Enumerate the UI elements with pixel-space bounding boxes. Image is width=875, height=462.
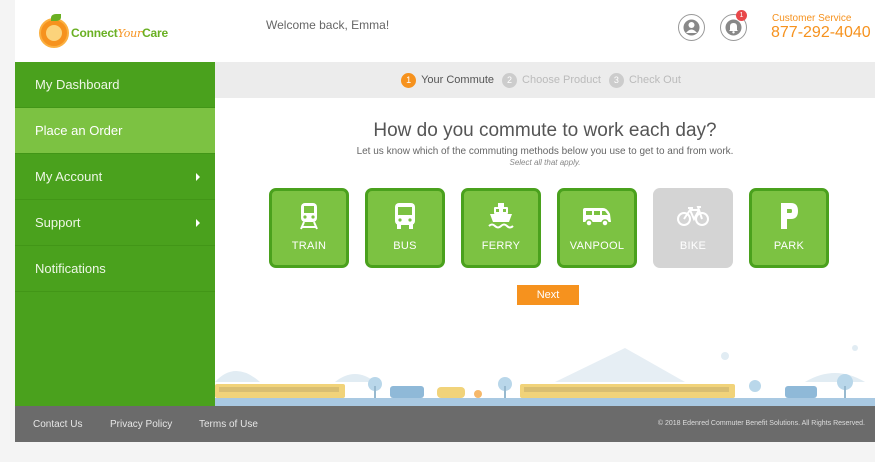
customer-service-label: Customer Service: [772, 13, 852, 24]
van-icon: [581, 201, 613, 231]
commute-option-label: PARK: [773, 240, 805, 252]
commute-scenery-illustration: [215, 342, 875, 406]
page-title: How do you commute to work each day?: [373, 120, 717, 141]
notification-badge: 1: [736, 10, 747, 21]
step-label: Choose Product: [522, 74, 601, 86]
sidebar: My Dashboard Place an Order My Account S…: [15, 62, 215, 406]
commute-option-vanpool[interactable]: VANPOOL: [557, 188, 637, 268]
customer-service-phone[interactable]: 877-292-4040: [771, 24, 871, 42]
step-label: Your Commute: [421, 74, 495, 86]
parking-icon: [778, 201, 800, 231]
sidebar-item-label: Support: [35, 215, 81, 230]
sidebar-item-support[interactable]: Support: [15, 200, 215, 246]
sidebar-item-place-order[interactable]: Place an Order: [15, 108, 215, 154]
sidebar-item-my-account[interactable]: My Account: [15, 154, 215, 200]
caret-right-icon: [196, 173, 200, 181]
sidebar-item-label: My Account: [35, 169, 103, 184]
step-label: Check Out: [628, 74, 681, 86]
commute-option-bus[interactable]: BUS: [365, 188, 445, 268]
sidebar-item-dashboard[interactable]: My Dashboard: [15, 62, 215, 108]
commute-option-label: FERRY: [481, 240, 521, 252]
page: ConnectYourCare Welcome back, Emma! 1 Cu…: [15, 0, 875, 442]
commute-option-park[interactable]: PARK: [749, 188, 829, 268]
page-subtitle: Let us know which of the commuting metho…: [356, 146, 734, 157]
commute-option-train[interactable]: TRAIN: [269, 188, 349, 268]
select-hint: Select all that apply.: [509, 158, 581, 167]
main-content: 1 Your Commute 2 Choose Product 3 Check …: [215, 62, 875, 406]
header: ConnectYourCare Welcome back, Emma! 1 Cu…: [15, 0, 875, 62]
footer: Contact Us Privacy Policy Terms of Use ©…: [15, 406, 875, 442]
welcome-message: Welcome back, Emma!: [266, 18, 390, 32]
bus-icon: [393, 201, 417, 231]
bike-icon: [676, 201, 710, 231]
footer-link-contact[interactable]: Contact Us: [33, 419, 82, 430]
step-number: 1: [401, 72, 417, 88]
step-check-out: 3 Check Out: [608, 72, 681, 88]
user-icon[interactable]: [678, 14, 705, 41]
commute-option-bike[interactable]: BIKE: [653, 188, 733, 268]
copyright-text: © 2018 Edenred Commuter Benefit Solution…: [657, 420, 865, 427]
train-icon: [298, 201, 320, 231]
commute-option-label: VANPOOL: [569, 240, 625, 252]
step-choose-product: 2 Choose Product: [502, 72, 601, 88]
progress-steps: 1 Your Commute 2 Choose Product 3 Check …: [215, 62, 875, 98]
commute-option-label: BIKE: [679, 240, 707, 252]
step-number: 2: [502, 72, 518, 88]
caret-right-icon: [196, 219, 200, 227]
commute-option-label: TRAIN: [291, 240, 327, 252]
ferry-icon: [487, 201, 515, 231]
sidebar-item-notifications[interactable]: Notifications: [15, 246, 215, 292]
step-your-commute: 1 Your Commute: [401, 72, 495, 88]
orange-logo-icon: [39, 14, 69, 48]
sidebar-item-label: My Dashboard: [35, 77, 120, 92]
step-number: 3: [608, 72, 624, 88]
commute-option-label: BUS: [393, 240, 417, 252]
next-button[interactable]: Next: [517, 285, 579, 305]
logo-text: ConnectYourCare: [71, 26, 168, 40]
footer-link-terms[interactable]: Terms of Use: [199, 419, 258, 430]
sidebar-item-label: Place an Order: [35, 123, 123, 138]
commute-mode-options: TRAIN BUS FERRY VANPOOL BIKE PARK: [269, 188, 829, 268]
footer-link-privacy[interactable]: Privacy Policy: [110, 419, 172, 430]
logo[interactable]: ConnectYourCare: [39, 14, 168, 48]
commute-option-ferry[interactable]: FERRY: [461, 188, 541, 268]
sidebar-item-label: Notifications: [35, 261, 106, 276]
